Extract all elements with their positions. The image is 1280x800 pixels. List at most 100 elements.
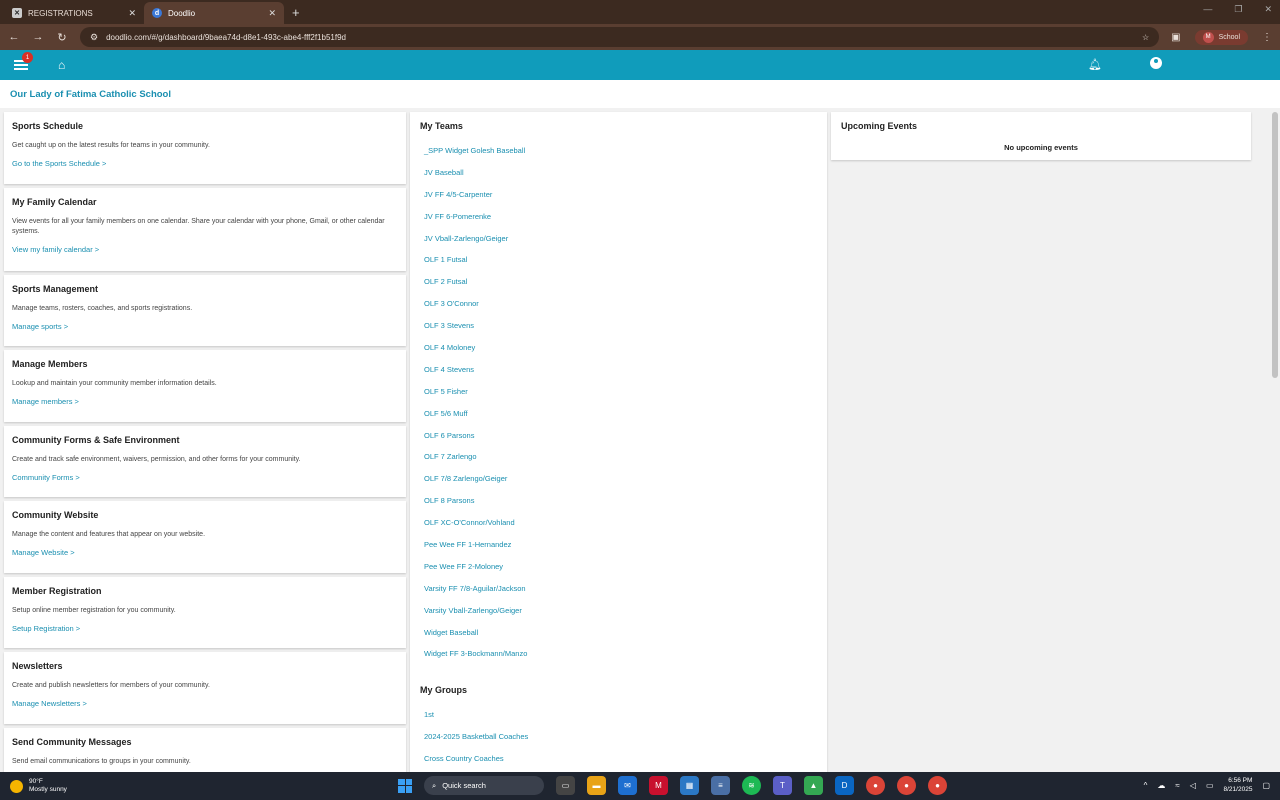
team-link[interactable]: Varsity FF 7/8-Aguilar/Jackson xyxy=(420,584,817,606)
team-link[interactable]: OLF 7 Zarlengo xyxy=(420,452,817,474)
browser-tab-bar: ✕ REGISTRATIONS ✕ d Doodlio ✕ + — ❐ ✕ xyxy=(0,0,1280,24)
chevron-up-icon[interactable]: ^ xyxy=(1144,781,1148,790)
team-link[interactable]: _SPP Widget Golesh Baseball xyxy=(420,146,817,168)
card-description: View events for all your family members … xyxy=(12,217,385,235)
card-link[interactable]: Community Forms > xyxy=(12,473,398,482)
team-link[interactable]: Pee Wee FF 2-Moloney xyxy=(420,562,817,584)
card-description: Lookup and maintain your community membe… xyxy=(12,380,217,387)
card-link[interactable]: Go to the Sports Schedule > xyxy=(12,159,398,168)
team-link[interactable]: Varsity Vball-Zarlengo/Geiger xyxy=(420,606,817,628)
my-teams-panel: My Teams _SPP Widget Golesh Baseball JV B… xyxy=(410,112,827,772)
team-link[interactable]: OLF 5 Fisher xyxy=(420,387,817,409)
close-tab-icon[interactable]: ✕ xyxy=(268,8,276,19)
card-link[interactable]: Manage Newsletters > xyxy=(12,699,398,708)
team-link[interactable]: OLF XC-O'Connor/Vohland xyxy=(420,518,817,540)
team-link[interactable]: JV Baseball xyxy=(420,168,817,190)
notepad-icon[interactable]: ≡ xyxy=(711,776,730,795)
card-link[interactable]: Setup Registration > xyxy=(12,624,398,633)
team-link[interactable]: Widget FF 3-Bockmann/Manzo xyxy=(420,649,817,671)
team-link[interactable]: OLF 7/8 Zarlengo/Geiger xyxy=(420,474,817,496)
empty-events-text: No upcoming events xyxy=(1004,143,1078,152)
group-link[interactable]: 2024-2025 Basketball Coaches xyxy=(420,732,817,754)
tab-registrations[interactable]: ✕ REGISTRATIONS ✕ xyxy=(4,2,144,24)
team-link[interactable]: OLF 3 O'Connor xyxy=(420,299,817,321)
bell-icon[interactable]: 🔔︎ xyxy=(1088,58,1102,71)
team-link[interactable]: Widget Baseball xyxy=(420,628,817,650)
card-manage-members: Manage Members Lookup and maintain your … xyxy=(4,350,406,422)
scrollbar-thumb[interactable] xyxy=(1272,112,1278,378)
hamburger-menu-icon[interactable]: 1 xyxy=(14,52,33,70)
address-bar[interactable]: ⚙ doodlio.com/#/g/dashboard/9baea74d-d8e… xyxy=(80,27,1160,47)
weather-condition: Mostly sunny xyxy=(29,786,67,793)
profile-button[interactable]: M School xyxy=(1194,29,1248,45)
taskbar-search[interactable]: ⌕ Quick search xyxy=(424,776,544,795)
team-link[interactable]: JV Vball-Zarlengo/Geiger xyxy=(420,234,817,256)
group-link[interactable]: 1st xyxy=(420,710,817,732)
team-link[interactable]: OLF 5/6 Muff xyxy=(420,409,817,431)
notifications-icon[interactable]: ▢ xyxy=(1262,781,1270,790)
minimize-icon[interactable]: — xyxy=(1203,4,1212,15)
school-name[interactable]: Our Lady of Fatima Catholic School xyxy=(0,80,1280,108)
task-view-icon[interactable]: ▭ xyxy=(556,776,575,795)
chrome-profile-icon[interactable]: ● xyxy=(897,776,916,795)
weather-widget[interactable]: 90°F Mostly sunny xyxy=(0,778,200,794)
home-icon[interactable]: ⌂ xyxy=(58,58,65,72)
team-link[interactable]: OLF 6 Parsons xyxy=(420,431,817,453)
card-newsletters: Newsletters Create and publish newslette… xyxy=(4,652,406,724)
team-link[interactable]: OLF 8 Parsons xyxy=(420,496,817,518)
team-link[interactable]: JV FF 4/5-Carpenter xyxy=(420,190,817,212)
search-icon: ⌕ xyxy=(432,780,437,790)
card-community-website: Community Website Manage the content and… xyxy=(4,501,406,573)
reload-icon[interactable]: ↻ xyxy=(56,31,68,44)
group-link[interactable]: Cross Country Coaches xyxy=(420,754,817,772)
page-scrollbar[interactable] xyxy=(1270,108,1280,772)
close-window-icon[interactable]: ✕ xyxy=(1264,4,1272,15)
card-title: Manage Members xyxy=(12,359,88,369)
mcafee-icon[interactable]: M xyxy=(649,776,668,795)
close-tab-icon[interactable]: ✕ xyxy=(128,8,136,19)
site-info-icon[interactable]: ⚙ xyxy=(90,32,98,43)
card-description: Manage teams, rosters, coaches, and spor… xyxy=(12,304,193,312)
account-icon[interactable] xyxy=(1150,57,1162,69)
outlook-icon[interactable]: ✉ xyxy=(618,776,637,795)
spotify-icon[interactable]: ≋ xyxy=(742,776,761,795)
google-drive-icon[interactable]: ▲ xyxy=(804,776,823,795)
card-sports-schedule: Sports Schedule Get caught up on the lat… xyxy=(4,112,406,184)
forward-icon[interactable]: → xyxy=(32,31,44,43)
search-label: Quick search xyxy=(442,781,486,790)
card-title: Community Website xyxy=(12,510,99,520)
new-tab-button[interactable]: + xyxy=(284,5,308,24)
team-link[interactable]: Pee Wee FF 1-Hernandez xyxy=(420,540,817,562)
card-link[interactable]: Manage Website > xyxy=(12,548,398,557)
card-link[interactable]: Manage sports > xyxy=(12,322,398,331)
card-community-forms: Community Forms & Safe Environment Creat… xyxy=(4,425,406,497)
card-link[interactable]: Manage members > xyxy=(12,397,398,406)
upcoming-events-panel: Upcoming Events No upcoming events xyxy=(831,112,1251,160)
team-link[interactable]: OLF 3 Stevens xyxy=(420,321,817,343)
teams-icon[interactable]: T xyxy=(773,776,792,795)
team-link[interactable]: OLF 4 Moloney xyxy=(420,343,817,365)
tab-doodlio[interactable]: d Doodlio ✕ xyxy=(144,2,284,24)
team-link[interactable]: JV FF 6-Pomerenke xyxy=(420,212,817,234)
browser-menu-icon[interactable]: ⋮ xyxy=(1262,32,1272,43)
team-link[interactable]: OLF 4 Stevens xyxy=(420,365,817,387)
clock[interactable]: 6:56 PM 8/21/2025 xyxy=(1224,776,1253,794)
windows-start-icon[interactable] xyxy=(398,778,412,793)
bookmark-star-icon[interactable]: ☆ xyxy=(1142,33,1149,42)
team-link[interactable]: OLF 1 Futsal xyxy=(420,255,817,277)
onedrive-icon[interactable]: ☁ xyxy=(1157,781,1165,790)
chrome-profile-2-icon[interactable]: ● xyxy=(928,776,947,795)
maximize-icon[interactable]: ❐ xyxy=(1234,4,1242,15)
sidepanel-icon[interactable]: ▣ xyxy=(1171,32,1180,43)
calculator-icon[interactable]: ▦ xyxy=(680,776,699,795)
card-sports-management: Sports Management Manage teams, rosters,… xyxy=(4,274,406,346)
back-icon[interactable]: ← xyxy=(8,31,20,43)
file-explorer-icon[interactable]: ▬ xyxy=(587,776,606,795)
volume-icon[interactable]: ◁ xyxy=(1190,781,1196,790)
team-link[interactable]: OLF 2 Futsal xyxy=(420,277,817,299)
battery-icon[interactable]: ▭ xyxy=(1206,781,1214,790)
dell-icon[interactable]: D xyxy=(835,776,854,795)
chrome-icon[interactable]: ● xyxy=(866,776,885,795)
card-link[interactable]: View my family calendar > xyxy=(12,245,398,254)
wifi-icon[interactable]: ≈ xyxy=(1175,781,1179,790)
